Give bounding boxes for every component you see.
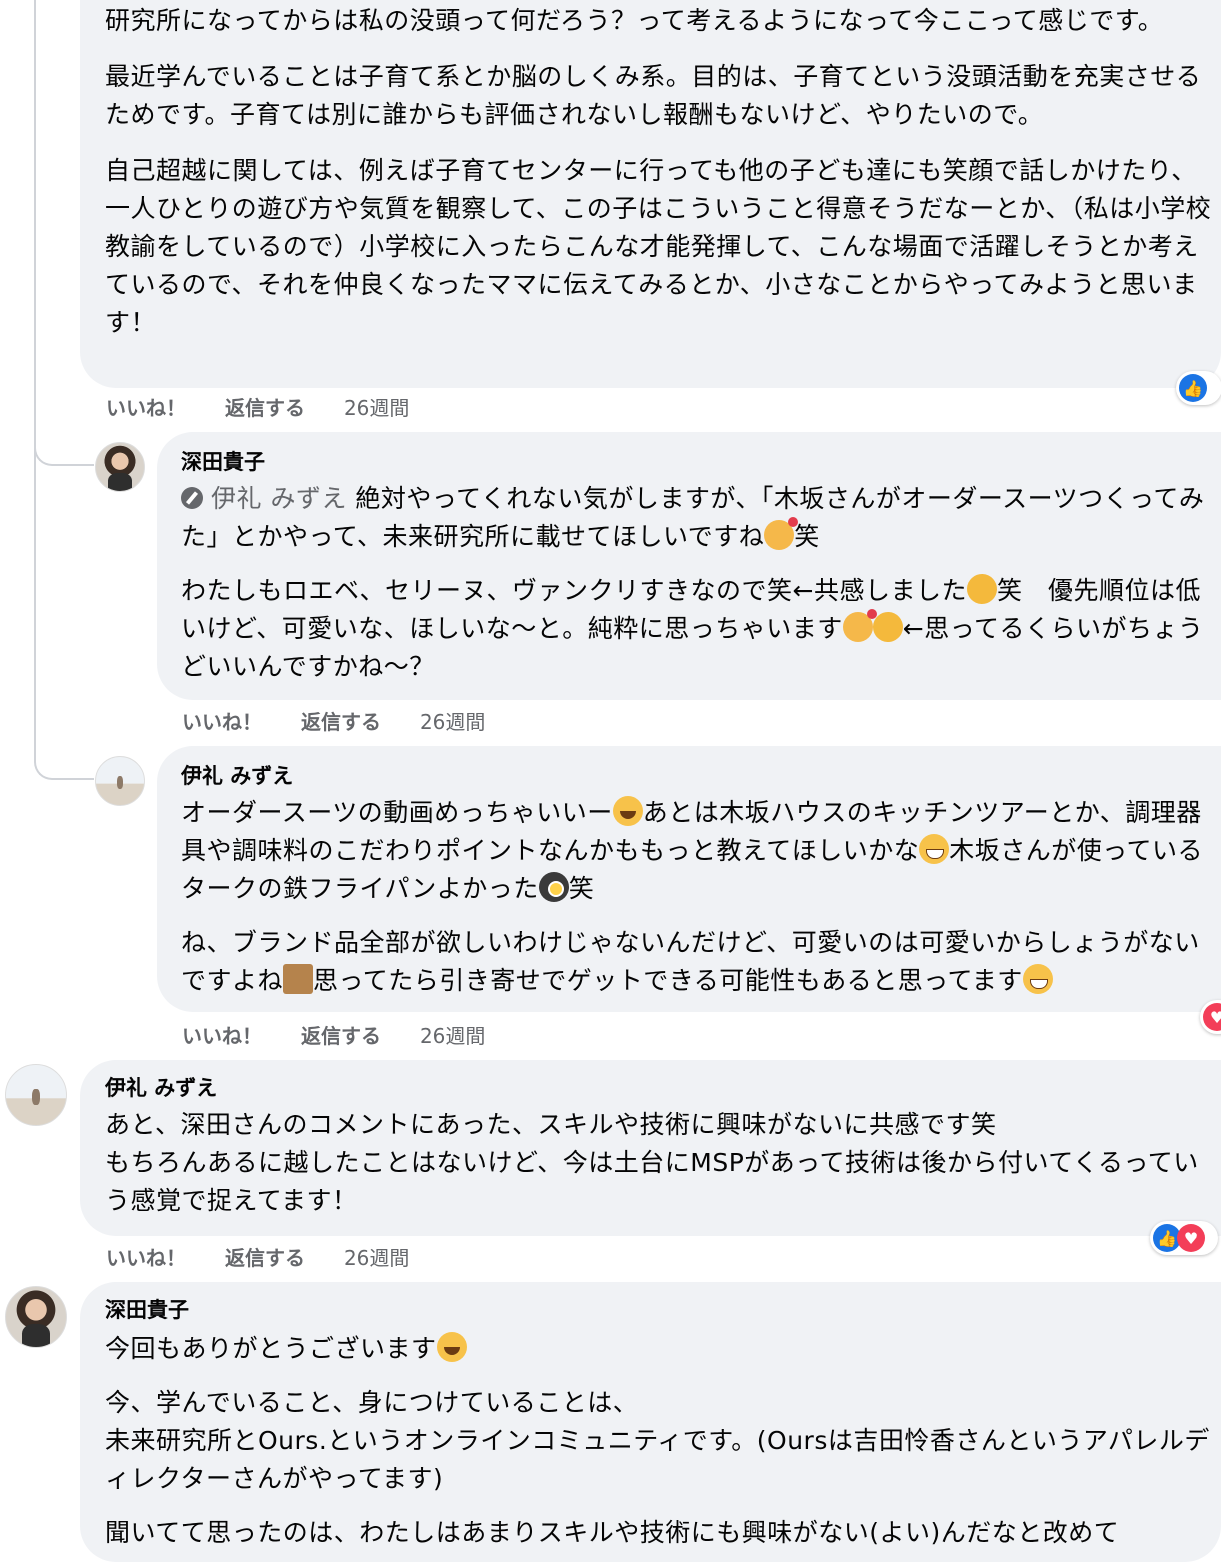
comment-bubble: 深田貴子 今回もありがとうございます 今、学んでいること、身につけていることは、… [80, 1282, 1221, 1562]
avatar[interactable] [95, 756, 145, 806]
reply-button[interactable]: 返信する [225, 392, 305, 421]
comment-paragraph: 今回もありがとうございます [105, 1330, 1217, 1368]
comment-actions: いいね！ 返信する 26週間 [106, 1242, 441, 1271]
comment-text: オーダースーツの動画めっちゃいいー あとは木坂ハウスのキッチンツアーとか、調理器具… [181, 794, 1216, 1000]
love-reaction-icon: ♥ [1177, 1224, 1205, 1252]
comment-actions: いいね！ 返信する 26週間 [182, 1020, 517, 1049]
comment-paragraph: 最近学んでいることは子育て系とか脳のしくみ系。目的は、子育てという没頭活動を充実… [105, 62, 1202, 129]
comment-bubble: 伊礼 みずえ あと、深田さんのコメントにあった、スキルや技術に興味がないに共感で… [80, 1060, 1221, 1236]
reply-button[interactable]: 返信する [225, 1242, 305, 1271]
comment-text: 伊礼 みずえ 絶対やってくれない気がしますが、「木坂さんがオーダースーツつくって… [181, 480, 1216, 686]
mention-link[interactable]: 伊礼 みずえ [211, 484, 347, 513]
reply-button[interactable]: 返信する [301, 706, 381, 735]
shopping-bag-emoji-icon [283, 964, 314, 994]
reply-button[interactable]: 返信する [301, 1020, 381, 1049]
frying-pan-emoji-icon [538, 872, 569, 902]
smiling-emoji-icon [436, 1332, 467, 1362]
comment-author[interactable]: 深田貴子 [181, 448, 265, 476]
comment-paragraph: ね、ブランド品全部が欲しいわけじゃないんだけど、可愛いのは可愛いからしょうがない… [181, 924, 1216, 1000]
thread-line [34, 400, 94, 780]
comment-text-span: 未来研究所とOurs.というオンラインコミュニティです。(Oursは吉田怜香さん… [105, 1426, 1210, 1493]
reaction-summary[interactable]: ♥ [1200, 1000, 1221, 1034]
love-reaction-icon: ♥ [1203, 1003, 1221, 1031]
beaming-emoji-icon [919, 834, 950, 864]
comment-text-span: 今回もありがとうございます [105, 1334, 437, 1363]
edit-icon [181, 487, 203, 509]
like-button[interactable]: いいね！ [106, 1242, 186, 1271]
like-button[interactable]: いいね！ [106, 392, 186, 421]
comment-paragraph: オーダースーツの動画めっちゃいいー あとは木坂ハウスのキッチンツアーとか、調理器具… [181, 794, 1216, 908]
comment-line: あと、深田さんのコメントにあった、スキルや技術に興味がないに共感です笑 [105, 1110, 997, 1139]
comment-text-span: わたしもロエベ、セリーヌ、ヴァンクリすきなので笑←共感しました [181, 576, 967, 605]
like-button[interactable]: いいね！ [182, 706, 262, 735]
comment-text-span: オーダースーツの動画めっちゃいいー [181, 798, 613, 827]
like-reaction-icon: 👍 [1179, 374, 1207, 402]
comment-text: 研究所になってからは私の没頭って何だろう？って考えるようになって今ここって感じで… [105, 2, 1215, 342]
comment-line: もちろんあるに越したことはないけど、今は土台にMSPがあって技術は後から付いてく… [105, 1148, 1199, 1215]
reaction-summary[interactable]: 👍 [1176, 371, 1221, 405]
comment-bubble: 研究所になってからは私の没頭って何だろう？って考えるようになって今ここって感じで… [80, 0, 1221, 388]
timestamp[interactable]: 26週間 [344, 1242, 409, 1271]
grinning-emoji-icon [612, 796, 643, 826]
comment-text-span: 笑 [794, 522, 820, 551]
comment-author[interactable]: 深田貴子 [105, 1296, 189, 1324]
comment-bubble: 深田貴子 伊礼 みずえ 絶対やってくれない気がしますが、「木坂さんがオーダースー… [157, 432, 1221, 700]
comment-actions: いいね！ 返信する 26週間 [182, 706, 517, 735]
avatar[interactable] [5, 1286, 67, 1348]
avatar[interactable] [5, 1064, 67, 1126]
comment-author[interactable]: 伊礼 みずえ [105, 1074, 217, 1102]
comment-bubble: 伊礼 みずえ オーダースーツの動画めっちゃいいー あとは木坂ハウスのキッチンツアー… [157, 746, 1221, 1012]
comment-text: あと、深田さんのコメントにあった、スキルや技術に興味がないに共感です笑 もちろん… [105, 1106, 1217, 1220]
like-button[interactable]: いいね！ [182, 1020, 262, 1049]
comment-actions: いいね！ 返信する 26週間 [106, 392, 441, 421]
timestamp[interactable]: 26週間 [344, 392, 409, 421]
comment-text: 今回もありがとうございます 今、学んでいること、身につけていることは、未来研究所… [105, 1330, 1217, 1552]
comment-author[interactable]: 伊礼 みずえ [181, 762, 293, 790]
comment-paragraph: わたしもロエベ、セリーヌ、ヴァンクリすきなので笑←共感しました笑 優先順位は低い… [181, 569, 1216, 686]
comment-paragraph: 研究所になってからは私の没頭って何だろう？って考えるようになって今ここって感じで… [105, 6, 1164, 35]
timestamp[interactable]: 26週間 [420, 706, 485, 735]
avatar[interactable] [95, 442, 145, 492]
smiling-hearts-emoji-icon [842, 609, 877, 642]
comment-text-span: 笑 [568, 874, 595, 903]
comment-paragraph: 自己超越に関しては、例えば子育てセンターに行っても他の子ども達にも笑顔で話しかけ… [105, 156, 1212, 337]
comment-paragraph: 今、学んでいること、身につけていることは、未来研究所とOurs.というオンライン… [105, 1384, 1217, 1498]
comment-paragraph: 伊礼 みずえ 絶対やってくれない気がしますが、「木坂さんがオーダースーツつくって… [181, 480, 1216, 556]
rofl-emoji-icon [962, 569, 1002, 609]
comment-paragraph: 聞いてて思ったのは、わたしはあまりスキルや技術にも興味がない(よい)んだなと改め… [105, 1518, 1120, 1547]
beaming-emoji-icon [1022, 964, 1053, 994]
reaction-summary[interactable]: 👍 ♥ [1150, 1221, 1218, 1255]
comment-text-span: 今、学んでいること、身につけていることは、 [105, 1388, 639, 1417]
comment-text-span: 思ってたら引き寄せでゲットできる可能性もあると思ってます [313, 966, 1023, 995]
timestamp[interactable]: 26週間 [420, 1020, 485, 1049]
smiling-hearts-emoji-icon [764, 517, 799, 550]
